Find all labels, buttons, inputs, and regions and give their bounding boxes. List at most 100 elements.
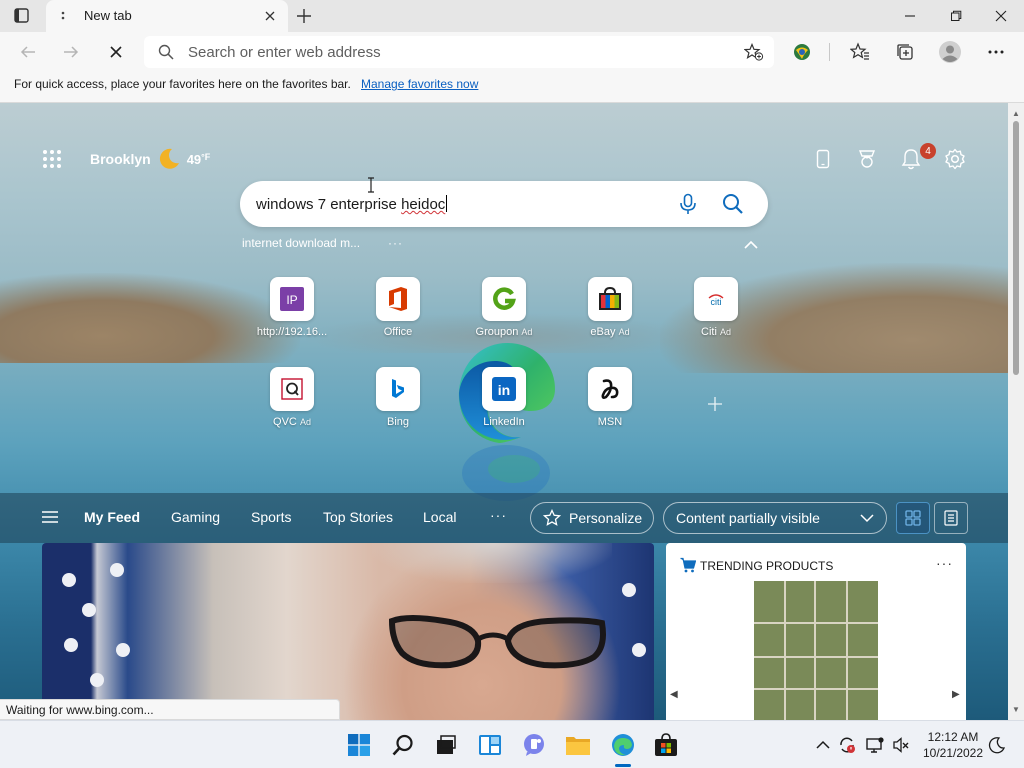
qvc-icon (270, 367, 314, 411)
quick-link-tile[interactable]: citi Citi Ad (673, 277, 759, 338)
maximize-button[interactable] (933, 0, 979, 32)
tile-label: LinkedIn (483, 416, 525, 428)
trending-products-title: TRENDING PRODUCTS (700, 559, 834, 573)
close-window-button[interactable] (978, 0, 1024, 32)
search-suggestion[interactable]: internet download m... (242, 236, 360, 250)
tab-title: New tab (84, 8, 132, 23)
flag-star (62, 573, 76, 587)
list-view-button[interactable] (934, 502, 968, 534)
page-scrollbar[interactable]: ▲ ▼ (1008, 103, 1024, 720)
widgets-icon[interactable] (477, 732, 503, 758)
quick-link-tile[interactable]: Groupon Ad (461, 277, 547, 338)
minimize-button[interactable] (887, 0, 933, 32)
news-card-image[interactable] (42, 543, 654, 720)
hamburger-menu-icon[interactable] (40, 509, 60, 525)
profile-avatar[interactable] (939, 41, 961, 63)
new-tab-icon[interactable] (295, 7, 313, 25)
quick-link-tile[interactable]: MSN (567, 367, 653, 428)
task-view-icon[interactable] (433, 732, 459, 758)
product-image[interactable] (754, 581, 878, 720)
ad-marker: Ad (521, 327, 533, 337)
status-text: Waiting for www.bing.com... (0, 699, 340, 720)
favorites-icon[interactable] (849, 41, 871, 63)
microphone-icon[interactable] (678, 193, 698, 215)
feed-tab-sports[interactable]: Sports (251, 509, 291, 525)
apps-launcher-icon[interactable] (42, 149, 62, 169)
carousel-prev-icon[interactable]: ◀ (670, 689, 678, 700)
grid-view-icon (904, 509, 922, 527)
tab-new-tab[interactable]: New tab (46, 0, 288, 32)
ad-marker: Ad (719, 327, 731, 337)
feed-tab-my-feed[interactable]: My Feed (84, 509, 140, 525)
trending-products-card[interactable]: TRENDING PRODUCTS ··· ◀ ▶ (666, 543, 966, 720)
forward-button[interactable] (61, 42, 81, 62)
feed-tab-local[interactable]: Local (423, 509, 456, 525)
add-favorite-icon[interactable] (744, 43, 764, 61)
quick-link-tile[interactable]: Office (355, 277, 441, 338)
moon-icon (157, 147, 181, 171)
search-icon[interactable] (390, 732, 416, 758)
notification-badge: 4 (920, 143, 936, 159)
weather-city: Brooklyn (90, 151, 151, 167)
carousel-next-icon[interactable]: ▶ (952, 689, 960, 700)
edge-browser-icon[interactable] (610, 732, 636, 758)
manage-favorites-link[interactable]: Manage favorites now (361, 77, 478, 91)
focus-assist-moon-icon[interactable] (988, 736, 1006, 754)
ip-icon: IP (270, 277, 314, 321)
stop-button[interactable] (106, 42, 126, 62)
teams-chat-icon[interactable] (521, 732, 547, 758)
tab-actions-icon[interactable] (12, 7, 32, 25)
file-explorer-icon[interactable] (565, 732, 591, 758)
ad-marker: Ad (618, 327, 630, 337)
tile-label: eBay (590, 326, 616, 338)
clock-time: 12:12 AM (927, 730, 979, 744)
speaker-muted-icon[interactable] (892, 736, 910, 754)
search-submit-icon[interactable] (722, 193, 744, 215)
new-tab-page: Brooklyn 49°F 4 windows 7 enterprise hei… (0, 103, 1008, 720)
weather-widget[interactable]: Brooklyn 49°F (90, 147, 210, 171)
scroll-down-icon[interactable]: ▼ (1012, 705, 1020, 714)
tile-label: Bing (386, 416, 410, 428)
network-monitor-icon[interactable] (866, 736, 884, 754)
grid-view-button[interactable] (896, 502, 930, 534)
feed-more-button[interactable]: ··· (490, 507, 507, 523)
feed-tab-gaming[interactable]: Gaming (171, 509, 220, 525)
quick-link-tile[interactable]: in LinkedIn (461, 367, 547, 428)
bing-search-box[interactable]: windows 7 enterprise heidoc (240, 181, 768, 227)
address-bar[interactable]: Search or enter web address (144, 36, 774, 68)
news-photo-hair (372, 543, 612, 583)
flag-star (622, 583, 636, 597)
windows-start-icon[interactable] (346, 732, 372, 758)
scrollbar-thumb[interactable] (1013, 121, 1019, 375)
collections-icon[interactable] (894, 41, 916, 63)
personalize-button[interactable]: Personalize (530, 502, 654, 534)
settings-gear-icon[interactable] (943, 147, 967, 171)
feed-tab-top-stories[interactable]: Top Stories (323, 509, 393, 525)
quick-link-tile[interactable]: IP http://192.16... (249, 277, 335, 338)
search-query[interactable]: windows 7 enterprise heidoc (256, 195, 448, 213)
rewards-icon[interactable] (855, 147, 879, 171)
back-button[interactable] (18, 42, 38, 62)
system-clock[interactable]: 12:12 AM 10/21/2022 (918, 729, 988, 761)
sync-error-icon[interactable] (838, 736, 856, 754)
loading-icon (60, 9, 66, 23)
flag-star (64, 638, 78, 652)
content-visibility-select[interactable]: Content partially visible (663, 502, 887, 534)
more-menu-icon[interactable] (985, 41, 1007, 63)
scroll-up-icon[interactable]: ▲ (1012, 109, 1020, 118)
quick-link-tile[interactable]: QVC Ad (249, 367, 335, 428)
linkedin-icon: in (482, 367, 526, 411)
close-tab-icon[interactable] (263, 9, 277, 23)
list-view-icon (942, 509, 960, 527)
add-site-icon[interactable] (706, 395, 724, 413)
phone-icon[interactable] (811, 147, 835, 171)
quick-link-tile[interactable]: eBay Ad (567, 277, 653, 338)
trending-more-button[interactable]: ··· (936, 555, 953, 571)
suggestion-more-button[interactable]: ··· (388, 236, 403, 250)
chevron-up-icon[interactable] (814, 736, 832, 754)
quick-link-tile[interactable]: Bing (355, 367, 441, 428)
microsoft-store-icon[interactable] (653, 732, 679, 758)
sparkle-star-icon (543, 509, 561, 527)
chevron-up-icon[interactable] (744, 240, 758, 250)
extension-icon[interactable] (791, 41, 813, 63)
